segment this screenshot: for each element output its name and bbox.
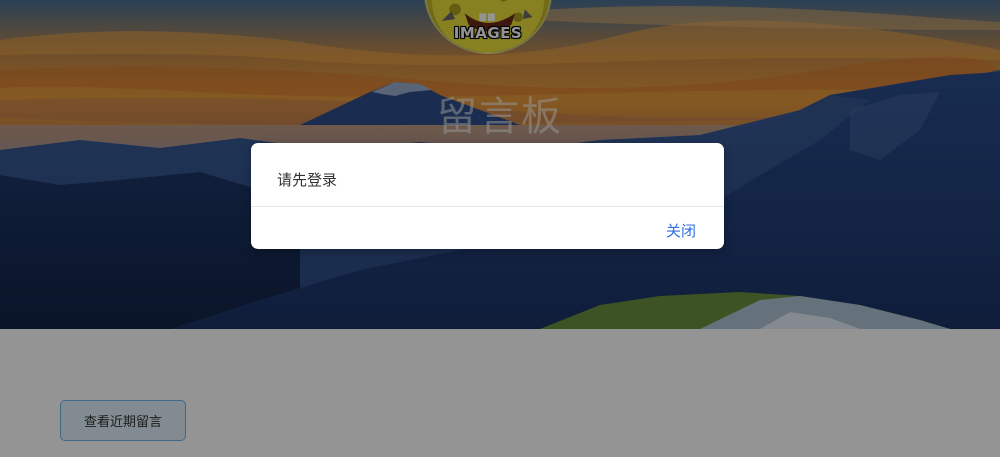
close-button[interactable]: 关闭 <box>666 220 696 241</box>
dialog-footer: 关闭 <box>251 207 724 249</box>
dialog-message: 请先登录 <box>251 143 724 207</box>
modal-overlay[interactable]: 请先登录 关闭 <box>0 0 1000 457</box>
alert-dialog: 请先登录 关闭 <box>251 143 724 249</box>
